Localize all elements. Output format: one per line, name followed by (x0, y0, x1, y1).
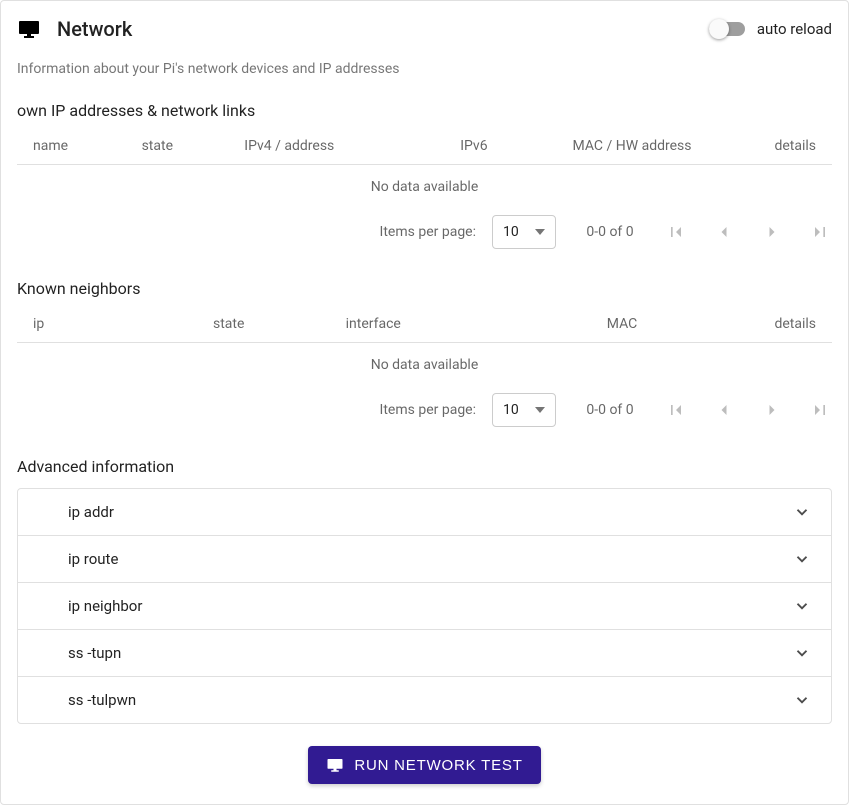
monitor-icon (326, 756, 344, 774)
col-ip[interactable]: ip (17, 306, 197, 343)
accordion-label: ss -tupn (68, 644, 121, 662)
items-per-page-label: Items per page: (380, 402, 476, 418)
own-ip-page-buttons (664, 220, 832, 244)
dropdown-caret-icon (535, 229, 545, 235)
monitor-icon (17, 17, 41, 41)
last-page-button[interactable] (808, 220, 832, 244)
neighbors-page-size-value: 10 (503, 402, 519, 418)
card-header: Network auto reload (17, 17, 832, 41)
accordion-item-ip-addr[interactable]: ip addr (18, 489, 831, 536)
chevron-down-icon (793, 644, 811, 662)
accordion-label: ip neighbor (68, 597, 142, 615)
own-ip-page-size-value: 10 (503, 224, 519, 240)
col-nmac[interactable]: MAC (512, 306, 732, 343)
auto-reload-group: auto reload (709, 19, 832, 39)
run-network-test-button[interactable]: RUN NETWORK TEST (308, 746, 540, 784)
section-title-own-ip: own IP addresses & network links (17, 101, 832, 120)
col-state[interactable]: state (126, 128, 229, 165)
section-title-neighbors: Known neighbors (17, 279, 832, 298)
auto-reload-label: auto reload (757, 20, 832, 38)
prev-page-button[interactable] (712, 398, 736, 422)
neighbors-no-data: No data available (17, 343, 832, 387)
col-name[interactable]: name (17, 128, 126, 165)
network-card: Network auto reload Information about yo… (0, 0, 849, 805)
own-ip-table: name state IPv4 / address IPv6 MAC / HW … (17, 128, 832, 165)
own-ip-no-data: No data available (17, 165, 832, 209)
prev-page-button[interactable] (712, 220, 736, 244)
dropdown-caret-icon (535, 407, 545, 413)
auto-reload-toggle[interactable] (709, 19, 745, 39)
accordion-label: ss -tulpwn (68, 691, 136, 709)
col-ndetails[interactable]: details (732, 306, 832, 343)
col-ipv6[interactable]: IPv6 (426, 128, 522, 165)
chevron-down-icon (793, 503, 811, 521)
own-ip-paginator: Items per page: 10 0-0 of 0 (17, 209, 832, 255)
run-test-label: RUN NETWORK TEST (354, 757, 522, 774)
page-subtitle: Information about your Pi's network devi… (17, 61, 832, 77)
col-ipv4[interactable]: IPv4 / address (228, 128, 426, 165)
accordion-label: ip route (68, 550, 118, 568)
chevron-down-icon (793, 597, 811, 615)
last-page-button[interactable] (808, 398, 832, 422)
neighbors-table: ip state interface MAC details (17, 306, 832, 343)
col-mac[interactable]: MAC / HW address (522, 128, 742, 165)
next-page-button[interactable] (760, 398, 784, 422)
accordion-label: ip addr (68, 503, 114, 521)
title-wrap: Network (17, 17, 132, 41)
chevron-down-icon (793, 550, 811, 568)
neighbors-page-buttons (664, 398, 832, 422)
section-title-advanced: Advanced information (17, 457, 832, 476)
own-ip-page-size-select[interactable]: 10 (492, 215, 556, 249)
first-page-button[interactable] (664, 220, 688, 244)
accordion-item-ss-tupn[interactable]: ss -tupn (18, 630, 831, 677)
items-per-page-label: Items per page: (380, 224, 476, 240)
first-page-button[interactable] (664, 398, 688, 422)
page-title: Network (57, 17, 132, 41)
next-page-button[interactable] (760, 220, 784, 244)
col-nstate[interactable]: state (197, 306, 330, 343)
accordion-item-ss-tulpwn[interactable]: ss -tulpwn (18, 677, 831, 723)
neighbors-page-range: 0-0 of 0 (580, 402, 640, 418)
run-test-row: RUN NETWORK TEST (17, 746, 832, 784)
neighbors-paginator: Items per page: 10 0-0 of 0 (17, 387, 832, 433)
accordion-item-ip-neighbor[interactable]: ip neighbor (18, 583, 831, 630)
col-interface[interactable]: interface (330, 306, 512, 343)
own-ip-page-range: 0-0 of 0 (580, 224, 640, 240)
accordion-item-ip-route[interactable]: ip route (18, 536, 831, 583)
chevron-down-icon (793, 691, 811, 709)
advanced-accordion: ip addr ip route ip neighbor ss -tupn ss… (17, 488, 832, 724)
col-details[interactable]: details (742, 128, 832, 165)
neighbors-page-size-select[interactable]: 10 (492, 393, 556, 427)
